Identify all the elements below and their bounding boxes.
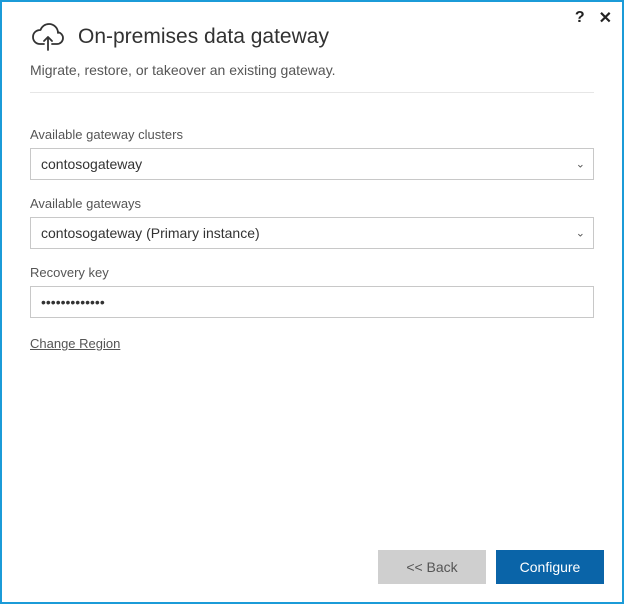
divider — [30, 92, 594, 93]
help-button[interactable]: ? — [575, 9, 585, 27]
header-row: On-premises data gateway — [30, 22, 594, 52]
gateways-selected-value: contosogateway (Primary instance) — [41, 225, 260, 241]
field-gateway-clusters: Available gateway clusters contosogatewa… — [30, 127, 594, 180]
chevron-down-icon: ⌄ — [576, 227, 585, 240]
clusters-selected-value: contosogateway — [41, 156, 142, 172]
field-available-gateways: Available gateways contosogateway (Prima… — [30, 196, 594, 249]
field-recovery-key: Recovery key — [30, 265, 594, 318]
content-area: On-premises data gateway Migrate, restor… — [2, 2, 622, 353]
close-button[interactable]: ✕ — [599, 8, 612, 28]
page-subtitle: Migrate, restore, or takeover an existin… — [30, 62, 594, 78]
configure-button[interactable]: Configure — [496, 550, 604, 584]
recovery-key-input[interactable] — [30, 286, 594, 318]
back-button[interactable]: << Back — [378, 550, 486, 584]
gateways-label: Available gateways — [30, 196, 594, 211]
gateways-select[interactable]: contosogateway (Primary instance) ⌄ — [30, 217, 594, 249]
chevron-down-icon: ⌄ — [576, 158, 585, 171]
clusters-select[interactable]: contosogateway ⌄ — [30, 148, 594, 180]
footer-buttons: << Back Configure — [378, 550, 604, 584]
change-region-link[interactable]: Change Region — [30, 336, 120, 351]
titlebar: ? ✕ — [575, 8, 612, 28]
cloud-upload-icon — [30, 22, 66, 52]
page-title: On-premises data gateway — [78, 25, 329, 49]
form-area: Available gateway clusters contosogatewa… — [30, 127, 594, 353]
recovery-key-label: Recovery key — [30, 265, 594, 280]
clusters-label: Available gateway clusters — [30, 127, 594, 142]
